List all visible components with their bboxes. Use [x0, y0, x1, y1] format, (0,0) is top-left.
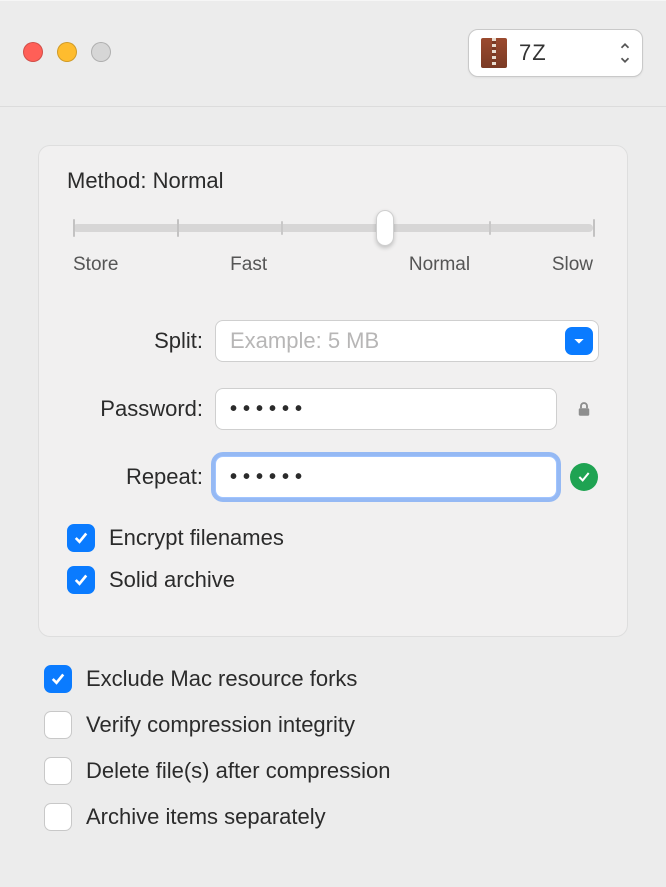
- close-window-button[interactable]: [23, 42, 43, 62]
- verify-integrity-label: Verify compression integrity: [86, 712, 355, 738]
- delete-after-label: Delete file(s) after compression: [86, 758, 390, 784]
- archive-format-label: 7Z: [519, 40, 547, 66]
- password-match-icon: [570, 463, 598, 491]
- archive-separately-checkbox[interactable]: [44, 803, 72, 831]
- repeat-password-input[interactable]: [215, 456, 557, 498]
- exclude-resource-forks-checkbox[interactable]: [44, 665, 72, 693]
- slider-label-normal: Normal: [409, 254, 470, 276]
- slider-label-store: Store: [73, 254, 118, 276]
- maximize-window-button[interactable]: [91, 42, 111, 62]
- chevron-up-down-icon: [618, 39, 632, 67]
- archive-format-icon: [481, 38, 507, 68]
- archive-separately-label: Archive items separately: [86, 804, 326, 830]
- content: Method: Normal Store Fast Normal Slow: [0, 107, 666, 887]
- compression-panel: Method: Normal Store Fast Normal Slow: [38, 145, 628, 637]
- solid-archive-label: Solid archive: [109, 567, 235, 593]
- method-label-prefix: Method:: [67, 168, 147, 193]
- method-value: Normal: [153, 168, 224, 193]
- archive-format-selector[interactable]: 7Z: [468, 29, 643, 77]
- method-label: Method: Normal: [67, 168, 599, 194]
- exclude-resource-forks-label: Exclude Mac resource forks: [86, 666, 357, 692]
- split-input[interactable]: [215, 320, 599, 362]
- slider-label-fast: Fast: [230, 254, 267, 276]
- titlebar: 7Z: [0, 0, 666, 107]
- slider-labels: Store Fast Normal Slow: [73, 254, 593, 276]
- delete-after-checkbox[interactable]: [44, 757, 72, 785]
- compression-level-slider[interactable]: Store Fast Normal Slow: [73, 224, 593, 276]
- slider-label-slow: Slow: [552, 254, 593, 276]
- repeat-label: Repeat:: [67, 464, 203, 490]
- split-label: Split:: [67, 328, 203, 354]
- password-input[interactable]: [215, 388, 557, 430]
- split-dropdown-button[interactable]: [565, 327, 593, 355]
- verify-integrity-checkbox[interactable]: [44, 711, 72, 739]
- slider-knob[interactable]: [376, 210, 394, 246]
- encrypt-filenames-checkbox[interactable]: [67, 524, 95, 552]
- window-controls: [23, 42, 111, 62]
- global-options: Exclude Mac resource forks Verify compre…: [38, 665, 628, 831]
- minimize-window-button[interactable]: [57, 42, 77, 62]
- password-label: Password:: [67, 396, 203, 422]
- solid-archive-checkbox[interactable]: [67, 566, 95, 594]
- lock-icon: [569, 398, 599, 420]
- encrypt-filenames-label: Encrypt filenames: [109, 525, 284, 551]
